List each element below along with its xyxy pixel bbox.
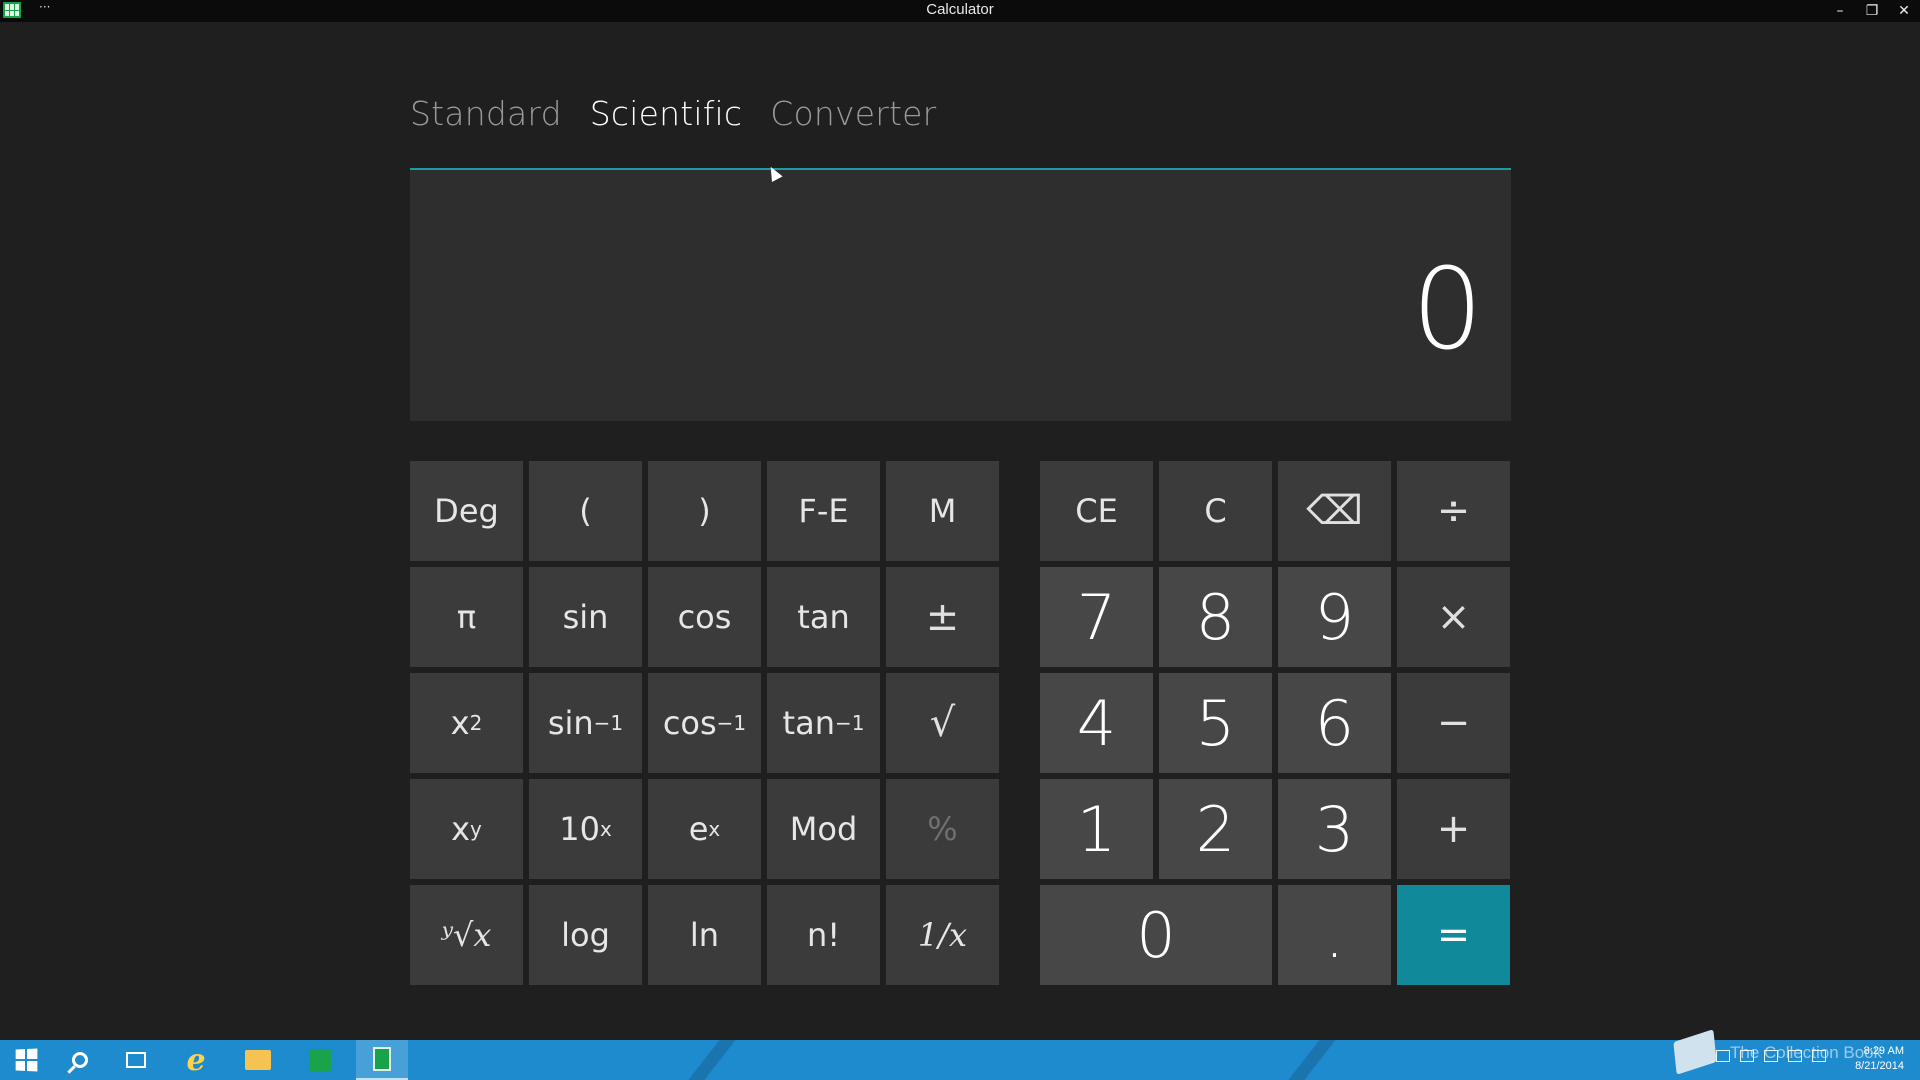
internet-explorer-button[interactable]: e xyxy=(170,1040,222,1080)
folder-icon xyxy=(245,1050,271,1070)
digit-1-button[interactable]: 1 xyxy=(1040,779,1153,879)
ln-button[interactable]: ln xyxy=(648,885,761,985)
store-icon xyxy=(309,1049,331,1071)
arctan-base: tan xyxy=(782,704,835,742)
fe-button[interactable]: F-E xyxy=(767,461,880,561)
tan-button[interactable]: tan xyxy=(767,567,880,667)
restore-button[interactable]: ❐ xyxy=(1856,0,1888,22)
window-controls: – ❐ ✕ xyxy=(1824,0,1920,22)
backspace-button[interactable]: ⌫ xyxy=(1278,461,1391,561)
ten-power-button[interactable]: 10 x xyxy=(529,779,642,879)
backspace-icon: ⌫ xyxy=(1306,488,1363,534)
search-icon xyxy=(72,1052,88,1068)
arccos-button[interactable]: cos −1 xyxy=(648,673,761,773)
power-button[interactable]: xy xyxy=(410,779,523,879)
square-base: x xyxy=(450,704,470,742)
cos-button[interactable]: cos xyxy=(648,567,761,667)
task-view-icon xyxy=(126,1052,146,1068)
taskbar-decoration xyxy=(1272,1040,1344,1080)
calculator-icon xyxy=(373,1047,391,1071)
arctan-button[interactable]: tan −1 xyxy=(767,673,880,773)
arccos-base: cos xyxy=(662,704,717,742)
arcsin-base: sin xyxy=(547,704,594,742)
subtract-button[interactable]: − xyxy=(1397,673,1510,773)
store-button[interactable] xyxy=(294,1040,346,1080)
action-center-icon[interactable] xyxy=(1740,1050,1754,1062)
decimal-button[interactable]: . xyxy=(1278,885,1391,985)
tab-converter[interactable]: Converter xyxy=(770,94,936,133)
start-button[interactable] xyxy=(0,1040,52,1080)
tab-scientific[interactable]: Scientific xyxy=(590,94,743,133)
square-root-button[interactable]: √ xyxy=(886,673,999,773)
ten-power-base: 10 xyxy=(559,810,600,848)
square-button[interactable]: x2 xyxy=(410,673,523,773)
factorial-button[interactable]: n! xyxy=(767,885,880,985)
clear-entry-button[interactable]: CE xyxy=(1040,461,1153,561)
taskbar-clock[interactable]: 8:29 AM 8/21/2014 xyxy=(1855,1044,1904,1074)
window-title: Calculator xyxy=(926,1,994,18)
digit-8-button[interactable]: 8 xyxy=(1159,567,1272,667)
mode-tabs: Standard Scientific Converter xyxy=(410,94,936,133)
negate-button[interactable]: ± xyxy=(886,567,999,667)
close-button[interactable]: ✕ xyxy=(1888,0,1920,22)
memory-button[interactable]: M xyxy=(886,461,999,561)
clock-date: 8/21/2014 xyxy=(1855,1060,1904,1072)
log-button[interactable]: log xyxy=(529,885,642,985)
reciprocal-button[interactable]: 1/x xyxy=(886,885,999,985)
deg-button[interactable]: Deg xyxy=(410,461,523,561)
network-icon[interactable] xyxy=(1788,1050,1802,1062)
internet-explorer-icon: e xyxy=(186,1042,206,1078)
clock-time: 8:29 AM xyxy=(1863,1045,1904,1057)
clear-button[interactable]: C xyxy=(1159,461,1272,561)
digit-3-button[interactable]: 3 xyxy=(1278,779,1391,879)
exp-base: e xyxy=(688,810,709,848)
taskbar-decoration xyxy=(672,1040,744,1080)
flag-icon[interactable] xyxy=(1764,1050,1778,1062)
equals-button[interactable]: = xyxy=(1397,885,1510,985)
minimize-button[interactable]: – xyxy=(1824,0,1856,22)
divide-button[interactable]: ÷ xyxy=(1397,461,1510,561)
open-paren-button[interactable]: ( xyxy=(529,461,642,561)
close-paren-button[interactable]: ) xyxy=(648,461,761,561)
percent-button[interactable]: % xyxy=(886,779,999,879)
volume-icon[interactable] xyxy=(1812,1050,1826,1062)
scientific-keypad: Deg ( ) F-E M π sin cos tan ± x2 sin −1 c… xyxy=(410,461,999,985)
exp-button[interactable]: ex xyxy=(648,779,761,879)
arcsin-button[interactable]: sin −1 xyxy=(529,673,642,773)
digit-4-button[interactable]: 4 xyxy=(1040,673,1153,773)
task-view-button[interactable] xyxy=(110,1040,162,1080)
power-base: x xyxy=(451,810,471,848)
sin-button[interactable]: sin xyxy=(529,567,642,667)
digit-2-button[interactable]: 2 xyxy=(1159,779,1272,879)
mod-button[interactable]: Mod xyxy=(767,779,880,879)
digit-5-button[interactable]: 5 xyxy=(1159,673,1272,773)
y-root-button[interactable]: ʸ√x xyxy=(410,885,523,985)
taskbar: e xyxy=(0,1040,1920,1080)
digit-7-button[interactable]: 7 xyxy=(1040,567,1153,667)
calculator-taskbar-button[interactable] xyxy=(356,1040,408,1080)
battery-icon[interactable] xyxy=(1716,1050,1730,1062)
multiply-button[interactable]: × xyxy=(1397,567,1510,667)
digit-9-button[interactable]: 9 xyxy=(1278,567,1391,667)
system-tray xyxy=(1716,1050,1826,1062)
add-button[interactable]: + xyxy=(1397,779,1510,879)
number-keypad: CE C ⌫ ÷ 7 8 9 × 4 5 6 − 1 2 3 + 0 . = xyxy=(1040,461,1510,985)
search-button[interactable] xyxy=(54,1040,106,1080)
display-value: 0 xyxy=(1411,245,1483,375)
title-bar: ··· Calculator – ❐ ✕ xyxy=(0,0,1920,22)
digit-0-button[interactable]: 0 xyxy=(1040,885,1272,985)
pi-button[interactable]: π xyxy=(410,567,523,667)
file-explorer-button[interactable] xyxy=(232,1040,284,1080)
windows-logo-icon xyxy=(15,1048,38,1072)
digit-6-button[interactable]: 6 xyxy=(1278,673,1391,773)
tab-standard[interactable]: Standard xyxy=(410,94,562,133)
result-display: 0 xyxy=(410,168,1511,421)
